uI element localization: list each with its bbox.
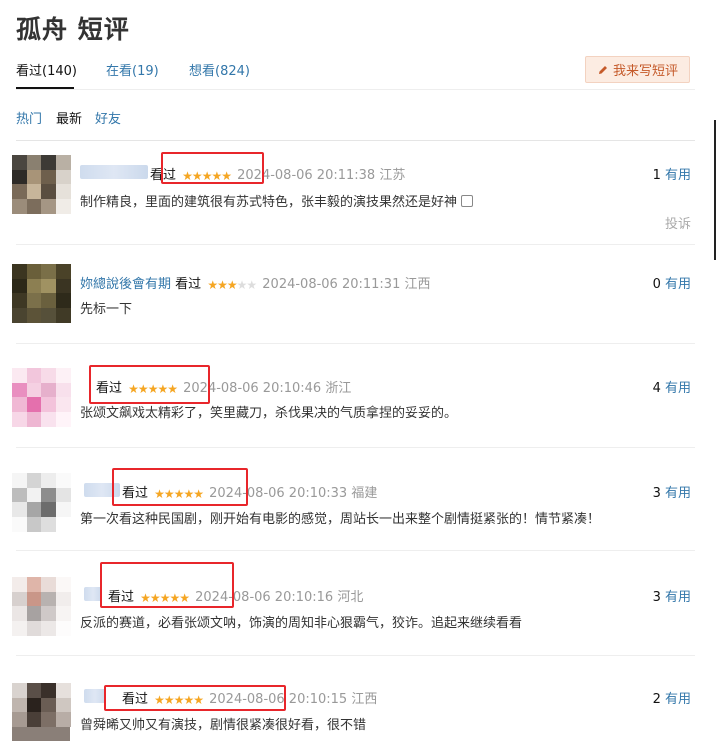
- filter-latest[interactable]: 最新: [56, 108, 82, 127]
- comment-location: 浙江: [325, 381, 352, 396]
- tab-watching[interactable]: 在看(19): [106, 60, 159, 79]
- comment-divider: [16, 343, 695, 344]
- username-blurred[interactable]: [80, 165, 148, 179]
- username-blurred[interactable]: [84, 689, 106, 703]
- highlight-box: [89, 365, 210, 404]
- comment-text: 第一次看这种民国剧，刚开始有电影的感觉，周站长一出来整个剧情挺紧张的！情节紧凑！: [80, 512, 601, 527]
- rating-stars: ★★★★★: [207, 278, 257, 292]
- emoji-icon: [461, 195, 474, 207]
- highlight-box: [104, 685, 286, 711]
- write-review-button[interactable]: 我来写短评: [585, 56, 690, 83]
- filter-friends[interactable]: 好友: [95, 108, 121, 127]
- right-edge-bar: [714, 120, 716, 260]
- pencil-icon: [598, 65, 607, 74]
- highlight-box: [100, 562, 234, 608]
- useful-button[interactable]: 3 有用: [653, 482, 691, 501]
- tab-want-to-watch[interactable]: 想看(824): [189, 60, 250, 79]
- highlight-box: [112, 468, 248, 506]
- avatar[interactable]: [12, 577, 71, 636]
- comment-text: 制作精良，里面的建筑很有苏式特色，张丰毅的演技果然还是好神: [80, 191, 474, 210]
- comment-location: 江西: [404, 277, 431, 292]
- comment-divider: [16, 447, 695, 448]
- avatar[interactable]: [12, 683, 71, 741]
- write-review-label: 我来写短评: [612, 64, 678, 79]
- useful-button[interactable]: 0 有用: [653, 273, 691, 292]
- tab-watched[interactable]: 看过(140): [16, 60, 77, 79]
- comment-location: 河北: [337, 590, 364, 605]
- useful-button[interactable]: 3 有用: [653, 586, 691, 605]
- useful-button[interactable]: 4 有用: [653, 377, 691, 396]
- avatar[interactable]: [12, 368, 71, 427]
- comment-text: 曾舜晞又帅又有演技，剧情很紧凑很好看，很不错: [80, 718, 367, 733]
- comment-location: 江西: [351, 692, 378, 707]
- report-link[interactable]: 投诉: [665, 213, 691, 232]
- page-title: 孤舟 短评: [16, 15, 130, 44]
- comment-text: 反派的赛道，必看张颂文呐，饰演的周知非心狠霸气，狡诈。追起来继续看看: [80, 616, 523, 631]
- comment-location: 福建: [351, 486, 378, 501]
- avatar[interactable]: [12, 264, 71, 323]
- filter-hot[interactable]: 热门: [16, 108, 42, 127]
- comment-location: 江苏: [379, 168, 406, 183]
- comment-text: 先标一下: [80, 302, 133, 317]
- comment-divider: [16, 655, 695, 656]
- tabs-divider: [16, 89, 695, 90]
- username-link[interactable]: 妳總說後會有期: [80, 277, 171, 292]
- avatar[interactable]: [12, 155, 71, 214]
- avatar[interactable]: [12, 473, 71, 532]
- comment-divider: [16, 244, 695, 245]
- comment-divider: [16, 550, 695, 551]
- useful-button[interactable]: 1 有用: [653, 164, 691, 183]
- comment-meta: 妳總說後會有期 看过 ★★★★★ 2024-08-06 20:11:31 江西: [80, 273, 431, 293]
- watch-status: 看过: [175, 277, 202, 292]
- useful-button[interactable]: 2 有用: [653, 688, 691, 707]
- highlight-box: [161, 152, 264, 184]
- comment-datetime: 2024-08-06 20:11:31: [262, 277, 401, 292]
- comment-text: 张颂文飙戏太精彩了，笑里藏刀，杀伐果决的气质拿捏的妥妥的。: [80, 406, 458, 421]
- filters-divider: [16, 140, 695, 141]
